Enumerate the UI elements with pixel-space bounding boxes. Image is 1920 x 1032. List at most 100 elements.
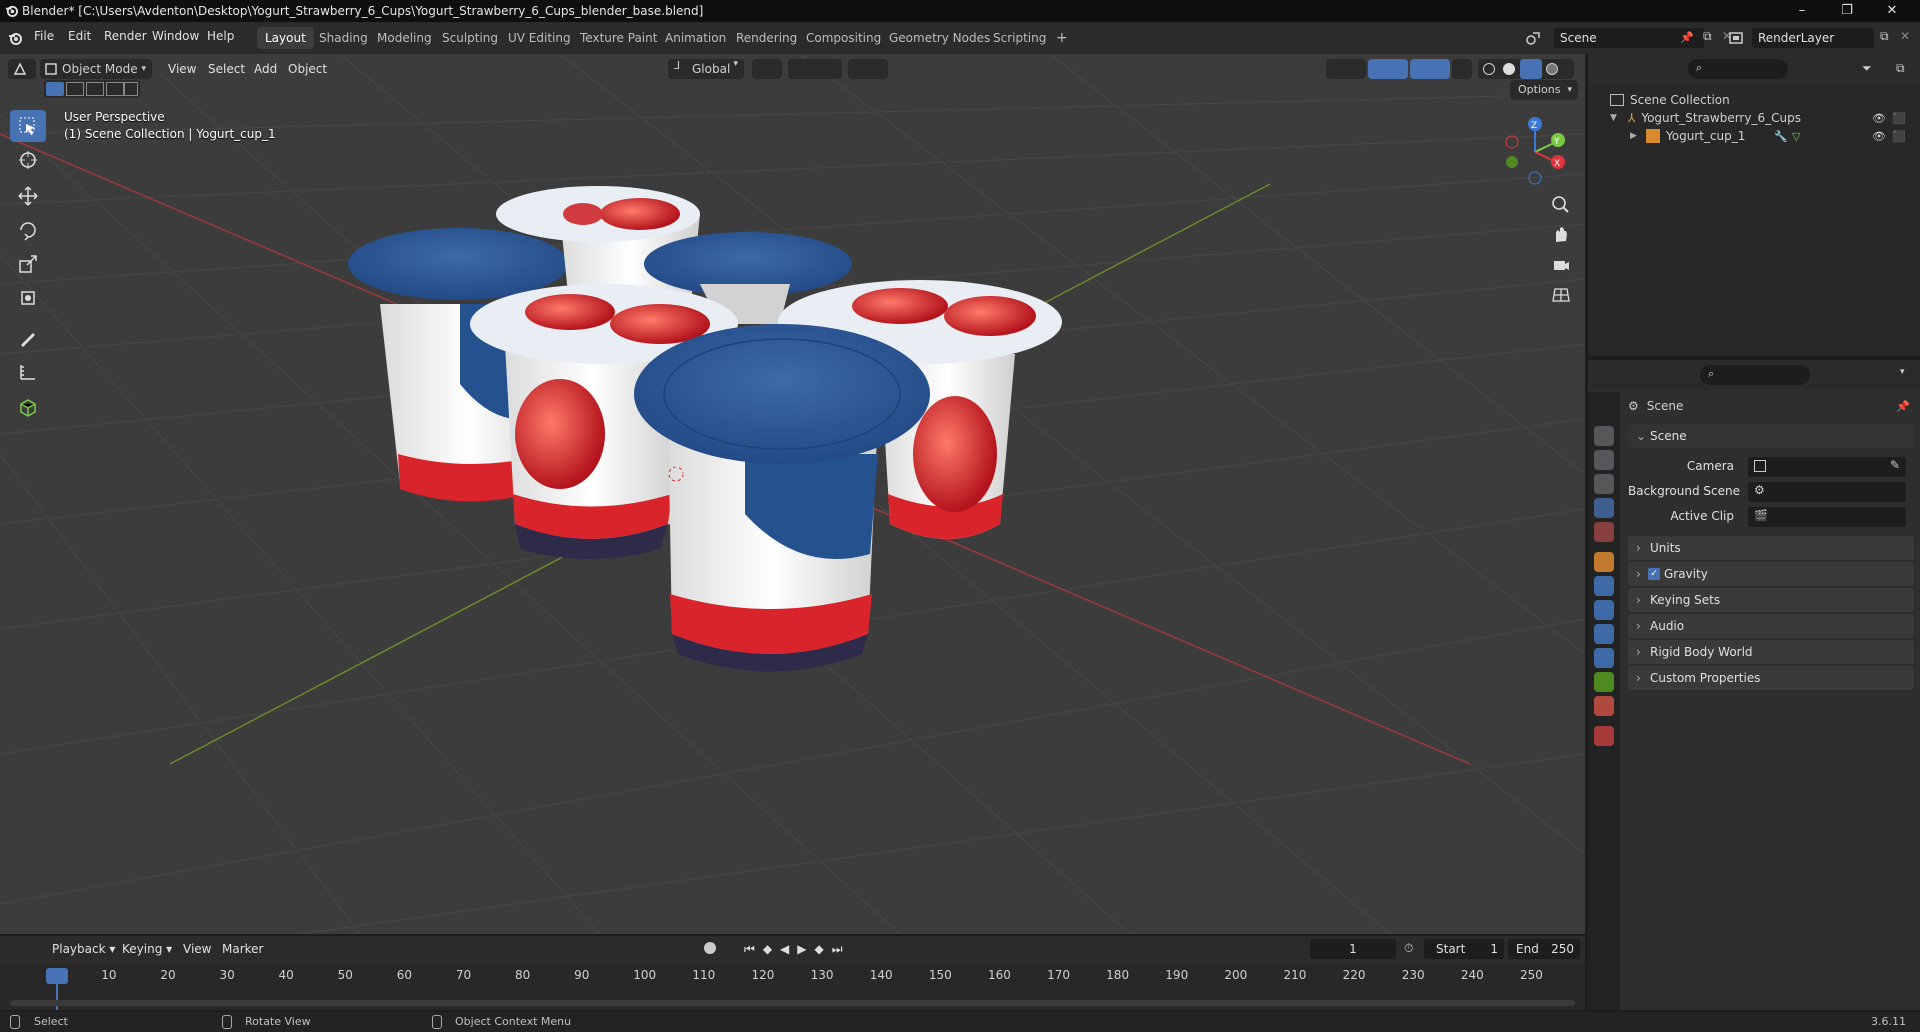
perspective-toggle-icon[interactable] [1548,282,1574,308]
rotate-tool[interactable] [10,214,46,246]
play-icon[interactable]: ▶ [797,942,806,956]
output-tab-icon[interactable] [1594,450,1614,470]
tab-layout[interactable]: Layout [257,27,314,49]
playhead[interactable] [46,968,68,984]
menu-render[interactable]: Render [104,29,147,43]
editor-type-button[interactable] [8,59,36,79]
wireframe-shading-icon[interactable] [1483,63,1495,75]
menu-marker[interactable]: Marker [222,939,263,959]
timeline-ruler[interactable]: 1102030405060708090100110120130140150160… [0,964,1585,1010]
select-box-tool[interactable] [10,110,46,142]
scene-tab-icon[interactable] [1594,498,1614,518]
outliner-search-input[interactable]: ⌕ [1688,59,1788,79]
tab-scripting[interactable]: Scripting [985,27,1054,49]
outliner-row-scene-collection[interactable]: Scene Collection [1610,91,1730,109]
tab-animation[interactable]: Animation [657,27,734,49]
object-tab-icon[interactable] [1594,552,1614,572]
material-tab-icon[interactable] [1594,696,1614,716]
minimize-button[interactable]: – [1782,2,1822,20]
chevron-down-icon[interactable]: ▾ [1900,367,1905,377]
maximize-button[interactable]: ❐ [1827,2,1867,20]
tab-texture-paint[interactable]: Texture Paint [572,27,665,49]
pin-icon[interactable]: 📌 [1896,400,1910,413]
options-dropdown[interactable]: Options ▾ [1510,80,1578,100]
background-scene-field[interactable]: ⚙ [1748,482,1906,502]
orientation-dropdown[interactable]: ⅃ Global ▾ [668,59,744,79]
view-layer-tab-icon[interactable] [1594,474,1614,494]
active-clip-field[interactable]: 🎬 [1748,507,1906,527]
menu-playback[interactable]: Playback ▾ [52,939,115,959]
menu-view[interactable]: View [168,59,196,79]
modifier-wrench-icon[interactable]: 🔧 [1774,130,1788,143]
panel-keying-sets[interactable]: › Keying Sets [1628,588,1914,612]
pin-icon[interactable]: 📌 [1680,31,1694,44]
menu-window[interactable]: Window [152,29,199,43]
physics-tab-icon[interactable] [1594,624,1614,644]
camera-render-icon[interactable]: ⬛ [1892,130,1906,143]
scale-tool[interactable] [10,248,46,280]
add-workspace-button[interactable]: + [1048,27,1076,49]
select-intersect-icon[interactable] [124,82,138,96]
chevron-right-icon[interactable]: ▶ [1630,131,1642,141]
menu-select[interactable]: Select [208,59,245,79]
tab-modeling[interactable]: Modeling [369,27,440,49]
add-cube-tool[interactable] [10,392,46,424]
outliner-editor-type-button[interactable] [1598,59,1628,79]
mode-dropdown[interactable]: Object Mode ▾ [40,59,152,79]
tab-uv-editing[interactable]: UV Editing [500,27,579,49]
outliner-row-yogurt-cup[interactable]: ▶ Yogurt_cup_1 🔧 ▽ 👁 ⬛ [1630,127,1910,145]
gravity-checkbox[interactable]: ✓ [1648,568,1660,580]
data-tab-icon[interactable] [1594,672,1614,692]
zoom-icon[interactable] [1548,192,1574,218]
select-new-icon[interactable] [46,82,64,96]
properties-editor-type-button[interactable] [1598,365,1628,385]
proportional-edit-icon[interactable] [848,59,888,79]
panel-audio[interactable]: › Audio [1628,614,1914,638]
snap-icon[interactable] [788,59,842,79]
panel-units[interactable]: › Units [1628,536,1914,560]
modifiers-tab-icon[interactable] [1594,576,1614,596]
menu-object[interactable]: Object [288,59,327,79]
tab-shading[interactable]: Shading [311,27,376,49]
outliner-row-yogurt-collection[interactable]: ▼ ⅄ Yogurt_Strawberry_6_Cups 👁 ⬛ [1610,109,1910,127]
stopwatch-icon[interactable]: ⏱ [1404,941,1413,956]
menu-file[interactable]: File [34,29,54,43]
navigation-gizmo[interactable]: Z Y X [1498,112,1578,192]
panel-rigid-body-world[interactable]: › Rigid Body World [1628,640,1914,664]
scene-icon[interactable] [1525,29,1543,47]
tab-sculpting[interactable]: Sculpting [434,27,506,49]
properties-search-input[interactable]: ⌕ [1700,365,1810,385]
tab-rendering[interactable]: Rendering [728,27,805,49]
display-mode-button[interactable] [1636,59,1666,79]
overlay-toggle-icon[interactable] [1410,59,1450,79]
camera-render-icon[interactable]: ⬛ [1892,112,1906,125]
view-layer-field[interactable]: RenderLayer [1752,28,1874,48]
texture-tab-icon[interactable] [1594,726,1614,746]
xray-toggle-icon[interactable] [1452,59,1472,79]
delete-view-layer-icon[interactable]: ✕ [1900,29,1910,43]
new-view-layer-icon[interactable]: ⧉ [1880,29,1889,44]
pivot-icon[interactable] [752,59,782,79]
visibility-icon[interactable] [1326,59,1366,79]
tab-compositing[interactable]: Compositing [798,27,889,49]
measure-tool[interactable] [10,356,46,388]
panel-gravity[interactable]: › ✓ Gravity [1628,562,1914,586]
mesh-data-icon[interactable]: ▽ [1792,130,1800,143]
tab-geometry-nodes[interactable]: Geometry Nodes [881,27,998,49]
menu-help[interactable]: Help [207,29,234,43]
menu-edit[interactable]: Edit [68,29,91,43]
filter-icon[interactable]: ⏷ [1862,61,1872,76]
jump-keyframe-forward-icon[interactable]: ◆ [815,942,824,956]
solid-shading-icon[interactable] [1503,63,1515,75]
play-reverse-icon[interactable]: ◀ [780,942,789,956]
new-collection-icon[interactable]: ⧉ [1896,61,1905,76]
rendered-shading-icon[interactable] [1546,63,1558,75]
start-frame-field[interactable]: Start 1 [1424,939,1504,959]
select-subtract-icon[interactable] [86,82,104,96]
eyedropper-icon[interactable]: ✎ [1890,458,1900,472]
select-extend-icon[interactable] [66,82,84,96]
constraints-tab-icon[interactable] [1594,648,1614,668]
tool-tab-icon[interactable] [1594,398,1614,418]
eye-icon[interactable]: 👁 [1872,130,1886,143]
panel-custom-properties[interactable]: › Custom Properties [1628,666,1914,690]
